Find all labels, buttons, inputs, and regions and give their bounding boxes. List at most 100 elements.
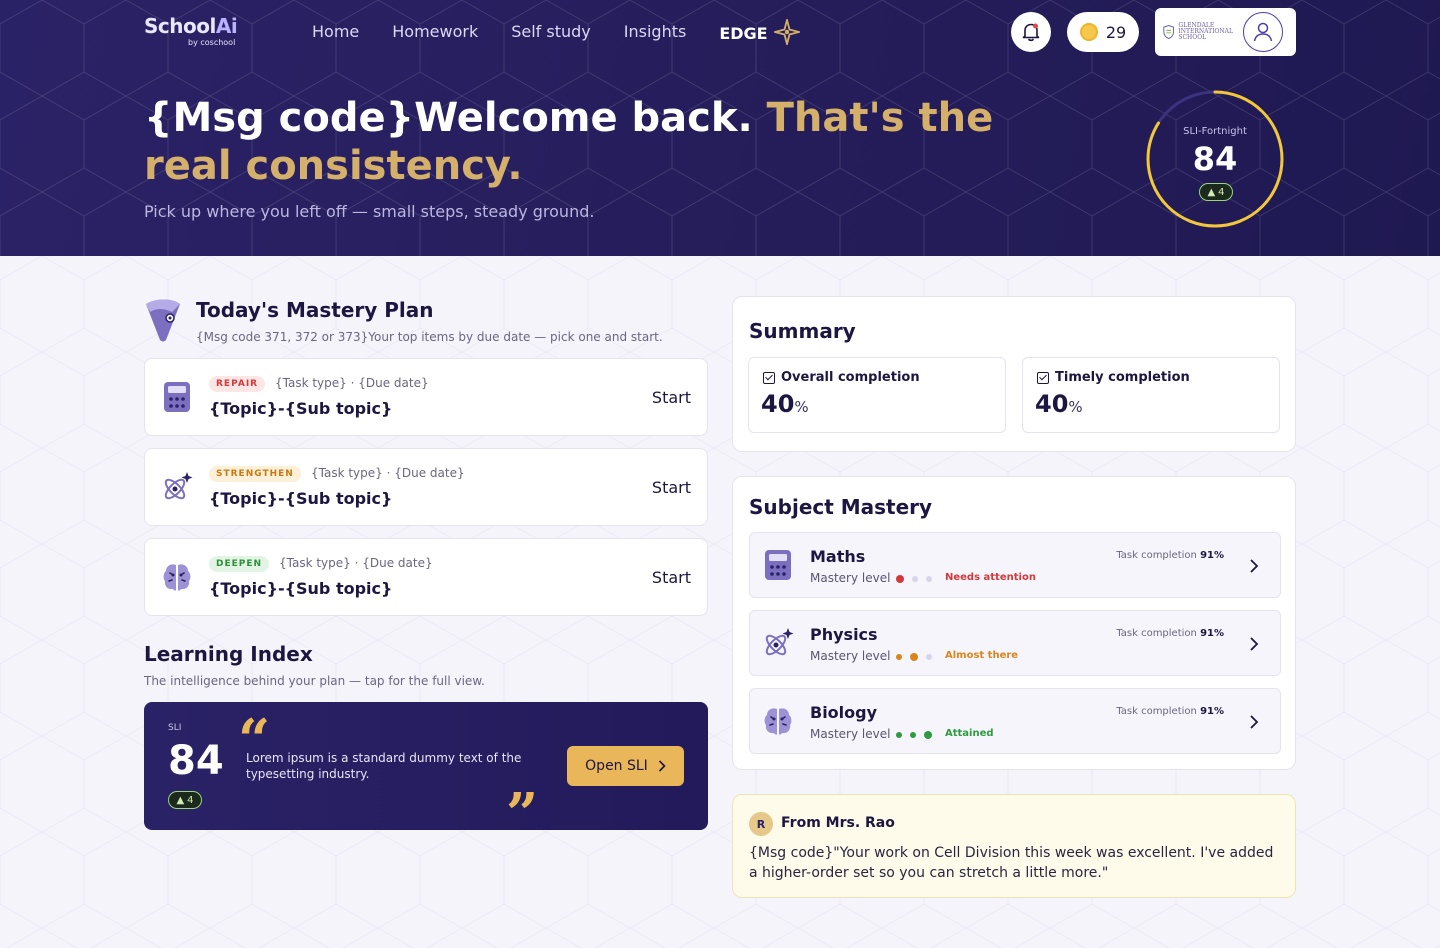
subject-row-physics[interactable]: Physics Mastery level Almost there Task … (749, 610, 1281, 676)
task-completion-label: Task completion (1116, 706, 1197, 717)
learning-index-subtitle: The intelligence behind your plan — tap … (144, 674, 485, 688)
hero-title: {Msg code}Welcome back. That's the real … (144, 94, 1044, 190)
mastery-level-label: Mastery level (810, 727, 891, 741)
mastery-level-label: Mastery level (810, 571, 891, 585)
chevron-right-icon[interactable] (1248, 635, 1260, 653)
subject-row-biology[interactable]: Biology Mastery level Attained Task comp… (749, 688, 1281, 754)
coin-icon (1079, 23, 1098, 41)
up-arrow-icon: ▲ (1207, 186, 1216, 198)
sli-delta-badge: ▲ 4 (168, 791, 202, 809)
start-button[interactable]: Start (652, 388, 691, 407)
task-completion: Task completion 91% (1116, 550, 1224, 561)
app-logo[interactable]: SchoolAi by coschool (144, 14, 238, 47)
sli-fortnight-gauge[interactable]: SLI-Fortnight 84 ▲ 4 (1146, 90, 1284, 228)
timely-completion-card: Timely completion 40% (1022, 357, 1280, 433)
close-quote-icon: ” (506, 781, 539, 830)
chevron-right-icon[interactable] (1248, 713, 1260, 731)
task-completion-value: 91% (1200, 706, 1224, 717)
mastery-plan-subtitle: {Msg code 371, 372 or 373}Your top items… (196, 330, 663, 344)
sli-delta-value: 4 (187, 794, 194, 806)
subject-name: Physics (810, 625, 878, 644)
sli-fortnight-label: SLI-Fortnight (1183, 126, 1247, 137)
brand-main: School (144, 14, 216, 38)
task-meta: {Task type} · {Due date} (311, 466, 465, 480)
subject-row-maths[interactable]: Maths Mastery level Needs attention Task… (749, 532, 1281, 598)
level-dot (912, 576, 918, 582)
checkbox-icon (763, 371, 775, 384)
task-completion-value: 91% (1200, 628, 1224, 639)
bell-icon (1022, 23, 1040, 42)
nav-edge[interactable]: EDGE (719, 19, 800, 45)
main-nav: Home Homework Self study Insights EDGE (312, 19, 800, 45)
learning-index-card[interactable]: SLI 84 ▲ 4 “ Lorem ipsum is a standard du… (144, 702, 708, 830)
nav-insights[interactable]: Insights (624, 22, 687, 45)
school-name-3: SCHOOL (1178, 34, 1207, 41)
task-card-repair[interactable]: REPAIR {Task type} · {Due date} {Topic}-… (144, 358, 708, 436)
task-completion-label: Task completion (1116, 628, 1197, 639)
tag-deepen: DEEPEN (209, 556, 270, 572)
chevron-right-icon[interactable] (1248, 557, 1260, 575)
mascot-icon (146, 299, 180, 342)
learning-index-text: Lorem ipsum is a standard dummy text of … (246, 751, 522, 781)
task-card-deepen[interactable]: DEEPEN {Task type} · {Due date} {Topic}-… (144, 538, 708, 616)
task-meta: {Task type} · {Due date} (279, 556, 433, 570)
tag-strengthen: STRENGTHEN (209, 466, 301, 482)
level-dot (896, 575, 904, 583)
timely-completion-label: Timely completion (1055, 370, 1190, 385)
avatar[interactable] (1243, 12, 1283, 52)
level-dot (910, 653, 918, 661)
open-sli-label: Open SLI (585, 758, 648, 774)
shield-icon (1163, 24, 1175, 40)
calculator-icon (765, 550, 791, 580)
teacher-avatar: R (749, 812, 773, 836)
overall-completion-value: 40 (761, 390, 795, 418)
atom-icon (164, 472, 193, 500)
level-dot (896, 654, 902, 660)
mastery-level-dots (896, 575, 932, 583)
up-arrow-icon: ▲ (176, 794, 185, 806)
notifications-button[interactable] (1011, 12, 1051, 52)
level-dot (896, 732, 902, 738)
brain-icon (163, 564, 191, 591)
sli-label: SLI (168, 723, 182, 733)
overall-completion-card: Overall completion 40% (748, 357, 1006, 433)
sparkle-icon (773, 19, 800, 45)
hero-banner: SchoolAi by coschool Home Homework Self … (0, 0, 1440, 256)
school-profile[interactable]: GLENDALE INTERNATIONAL SCHOOL (1155, 8, 1296, 56)
summary-panel: Summary Overall completion 40% Timely co… (732, 296, 1296, 452)
user-icon (1253, 22, 1273, 42)
subject-mastery-title: Subject Mastery (749, 495, 933, 519)
task-card-strengthen[interactable]: STRENGTHEN {Task type} · {Due date} {Top… (144, 448, 708, 526)
sli-delta-value: 4 (1218, 186, 1225, 198)
coin-count: 29 (1105, 22, 1127, 42)
task-completion-value: 91% (1200, 550, 1224, 561)
open-sli-button[interactable]: Open SLI (567, 746, 684, 786)
task-meta: {Task type} · {Due date} (275, 376, 429, 390)
brand-byline: by coschool (188, 38, 236, 47)
brand-ai: Ai (215, 14, 238, 38)
task-completion-label: Task completion (1116, 550, 1197, 561)
calculator-icon (164, 382, 190, 412)
atom-icon (765, 628, 794, 656)
note-message: {Msg code}"Your work on Cell Division th… (749, 845, 1274, 881)
start-button[interactable]: Start (652, 478, 691, 497)
mastery-level-label: Mastery level (810, 649, 891, 663)
mastery-status: Needs attention (945, 572, 1036, 583)
checkbox-icon (1037, 371, 1049, 384)
subject-mastery-panel: Subject Mastery Maths Mastery level Need… (732, 476, 1296, 770)
summary-title: Summary (749, 319, 856, 343)
level-dot (910, 732, 916, 738)
sli-fortnight-value: 84 (1192, 140, 1238, 178)
nav-home[interactable]: Home (312, 22, 359, 45)
task-topic: {Topic}-{Sub topic} (209, 579, 393, 598)
mastery-status: Attained (945, 728, 994, 739)
start-button[interactable]: Start (652, 568, 691, 587)
task-completion: Task completion 91% (1116, 628, 1224, 639)
learning-index-title: Learning Index (144, 642, 313, 666)
hero-subtitle: Pick up where you left off — small steps… (144, 202, 595, 221)
nav-self-study[interactable]: Self study (511, 22, 591, 45)
nav-homework[interactable]: Homework (392, 22, 478, 45)
coins-button[interactable]: 29 (1067, 12, 1139, 52)
mastery-level-dots (896, 653, 932, 661)
hero-title-white: {Msg code}Welcome back. (144, 95, 767, 141)
